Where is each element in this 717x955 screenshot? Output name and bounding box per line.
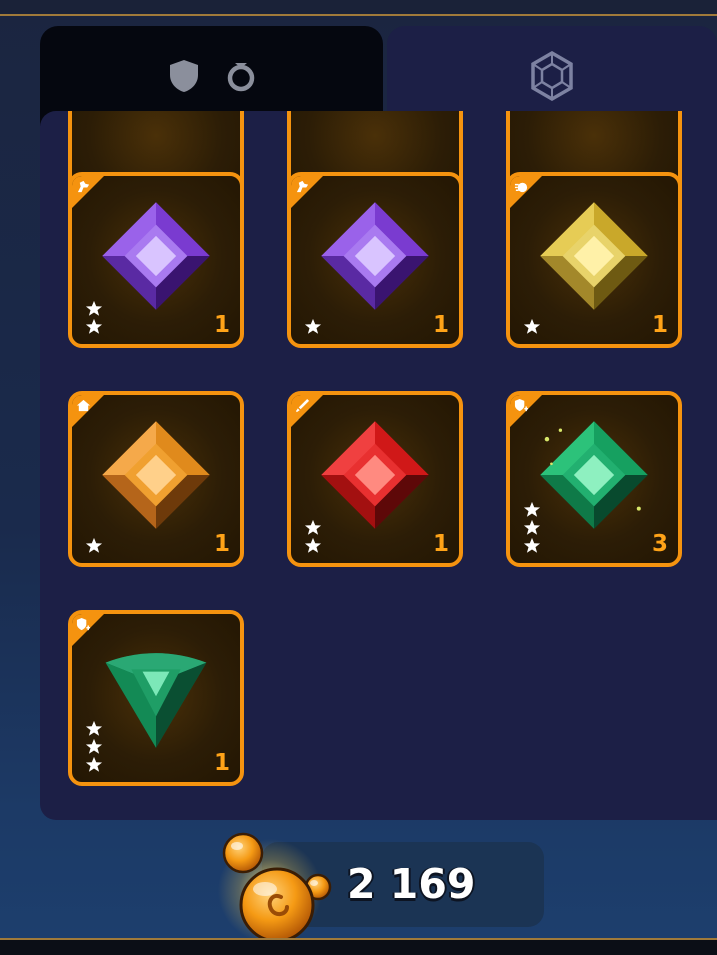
star-rating: [85, 300, 103, 335]
star-icon: [523, 537, 541, 553]
hexagon-gem-icon: [531, 51, 573, 101]
item-count: 3: [651, 531, 668, 557]
top-frame-strip: [0, 0, 717, 16]
star-rating: [304, 318, 322, 335]
green-gem-icon: [540, 421, 648, 529]
star-icon: [304, 537, 322, 553]
star-rating: [523, 318, 541, 335]
star-icon: [523, 519, 541, 535]
star-icon: [523, 318, 541, 334]
star-icon: [304, 318, 322, 334]
item-count: 1: [213, 531, 230, 557]
star-icon: [304, 519, 322, 535]
star-rating: [523, 501, 541, 554]
currency-amount: 2 169: [347, 860, 476, 908]
bottom-frame-strip: [0, 938, 717, 955]
item-count: 1: [432, 312, 449, 338]
purple-gem-icon: [102, 202, 210, 310]
green-triangle-gem-icon: [105, 653, 207, 748]
red-gem-icon: [321, 421, 429, 529]
strength-icon: [296, 180, 309, 193]
star-icon: [85, 300, 103, 316]
item-count: 1: [213, 312, 230, 338]
item-count: 1: [651, 312, 668, 338]
yellow-gem-icon: [540, 202, 648, 310]
item-count: 1: [213, 750, 230, 776]
item-count: 1: [432, 531, 449, 557]
ring-icon: [227, 63, 254, 92]
sword-icon: [295, 398, 310, 413]
shield-heal-icon: [76, 617, 91, 631]
shield-icon: [169, 60, 198, 92]
star-rating: [85, 537, 103, 554]
star-icon: [85, 318, 103, 334]
star-rating: [85, 720, 103, 773]
item-card-orange-gem[interactable]: 1: [68, 391, 244, 567]
shield-heal-icon: [514, 398, 529, 412]
star-icon: [85, 720, 103, 736]
star-icon: [85, 738, 103, 754]
item-card-red-gem[interactable]: 1: [287, 391, 463, 567]
star-icon: [85, 537, 103, 553]
inventory-panel[interactable]: 1 2 1 1: [40, 111, 717, 820]
item-card-green-gem[interactable]: 3: [506, 391, 682, 567]
speed-icon: [514, 182, 528, 193]
star-icon: [85, 756, 103, 772]
item-card-purple-gem[interactable]: 1: [287, 172, 463, 348]
home-icon: [76, 399, 91, 412]
item-card-yellow-gem[interactable]: 1: [506, 172, 682, 348]
star-icon: [523, 501, 541, 517]
strength-icon: [77, 180, 90, 193]
star-rating: [304, 519, 322, 554]
item-card-green-triangle-gem[interactable]: 1: [68, 610, 244, 786]
item-card-purple-gem[interactable]: 1: [68, 172, 244, 348]
purple-gem-icon: [321, 202, 429, 310]
orange-gem-icon: [102, 421, 210, 529]
amber-orb-icon: [218, 832, 332, 943]
